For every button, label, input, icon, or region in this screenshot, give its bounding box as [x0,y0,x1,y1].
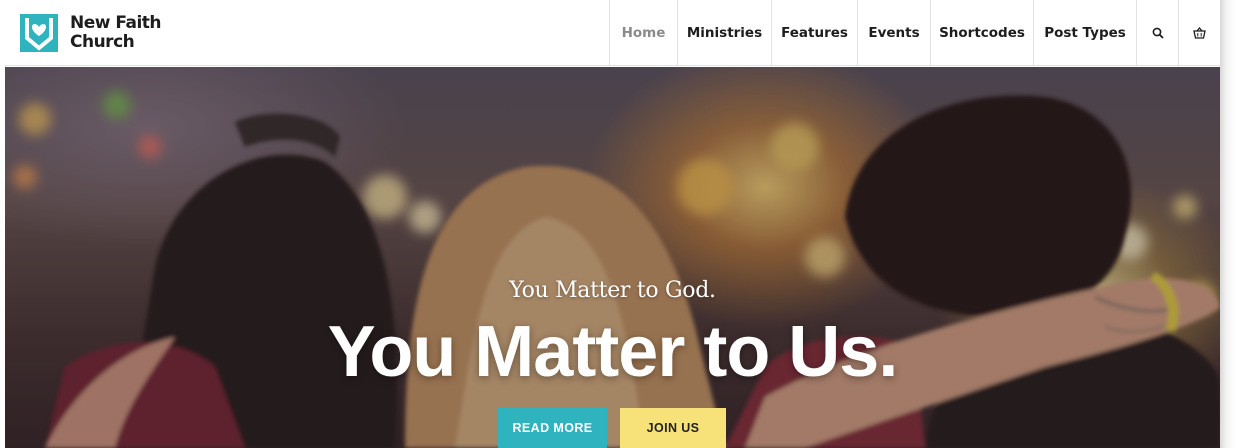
page: New Faith Church Home Ministries Feature… [0,0,1236,448]
hero-kicker: You Matter to God. [509,278,716,303]
main-nav: Home Ministries Features Events Shortcod… [609,0,1220,66]
nav-item-shortcodes[interactable]: Shortcodes [930,0,1033,66]
cart-button[interactable] [1178,0,1220,66]
search-icon [1152,27,1164,39]
nav-item-ministries[interactable]: Ministries [677,0,771,66]
logo-line-1: New Faith [70,13,162,33]
nav-item-post-types[interactable]: Post Types [1033,0,1136,66]
window-edge [1220,0,1236,448]
hero-banner: You Matter to God. You Matter to Us. REA… [5,67,1220,448]
nav-item-home[interactable]: Home [609,0,677,66]
site-logo[interactable]: New Faith Church [20,12,162,54]
logo-heart-icon [20,14,58,52]
hero-headline: You Matter to Us. [327,312,899,392]
read-more-button[interactable]: READ MORE [498,408,607,448]
nav-item-features[interactable]: Features [771,0,857,66]
site-header: New Faith Church Home Ministries Feature… [5,0,1220,66]
search-button[interactable] [1136,0,1178,66]
join-us-button[interactable]: JOIN US [620,408,726,448]
logo-line-2: Church [70,32,135,52]
basket-icon [1193,27,1206,39]
logo-text: New Faith Church [70,13,162,52]
nav-item-events[interactable]: Events [857,0,930,66]
